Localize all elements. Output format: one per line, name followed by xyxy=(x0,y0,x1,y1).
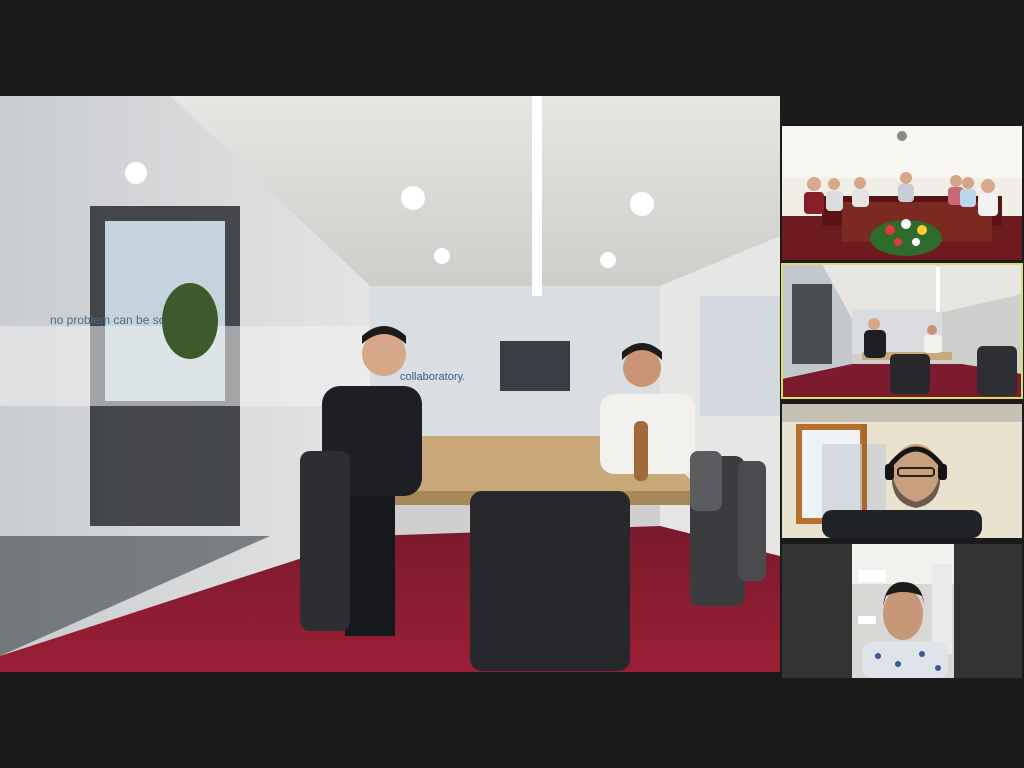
participant-strip xyxy=(780,96,1024,678)
person-left-legs xyxy=(345,496,395,636)
video-feed-floral-shirt xyxy=(782,544,1022,678)
chair-front xyxy=(470,491,630,671)
video-feed-conference-room xyxy=(782,126,1022,260)
main-video-scene: no problem can be so collaboratory. xyxy=(0,96,780,672)
chair-left xyxy=(300,451,350,631)
participant-tile-floral-shirt[interactable] xyxy=(782,544,1022,678)
window-blinds xyxy=(700,296,780,416)
participant-tile-headset-user[interactable] xyxy=(782,404,1022,538)
back-monitor xyxy=(500,341,570,391)
participant-tile-conference-room[interactable] xyxy=(782,126,1022,260)
light-strip xyxy=(532,96,542,296)
participant-tile-collaboratory-room[interactable] xyxy=(781,263,1023,399)
chair-back-right xyxy=(690,451,722,511)
plant xyxy=(162,283,218,359)
video-feed-headset-user xyxy=(782,404,1022,538)
ceiling-light xyxy=(401,186,425,210)
ceiling-light xyxy=(434,248,450,264)
ceiling-light xyxy=(630,192,654,216)
chair-far-right xyxy=(738,461,766,581)
glass-text: no problem can be so xyxy=(50,313,166,327)
main-video-feed[interactable]: no problem can be so collaboratory. xyxy=(0,96,780,672)
ceiling-light xyxy=(125,162,147,184)
bottle xyxy=(634,421,648,481)
video-feed-collaboratory-room xyxy=(782,264,1022,398)
ceiling-light xyxy=(600,252,616,268)
person-right-head xyxy=(623,349,661,387)
collaboratory-logo: collaboratory. xyxy=(400,371,465,383)
